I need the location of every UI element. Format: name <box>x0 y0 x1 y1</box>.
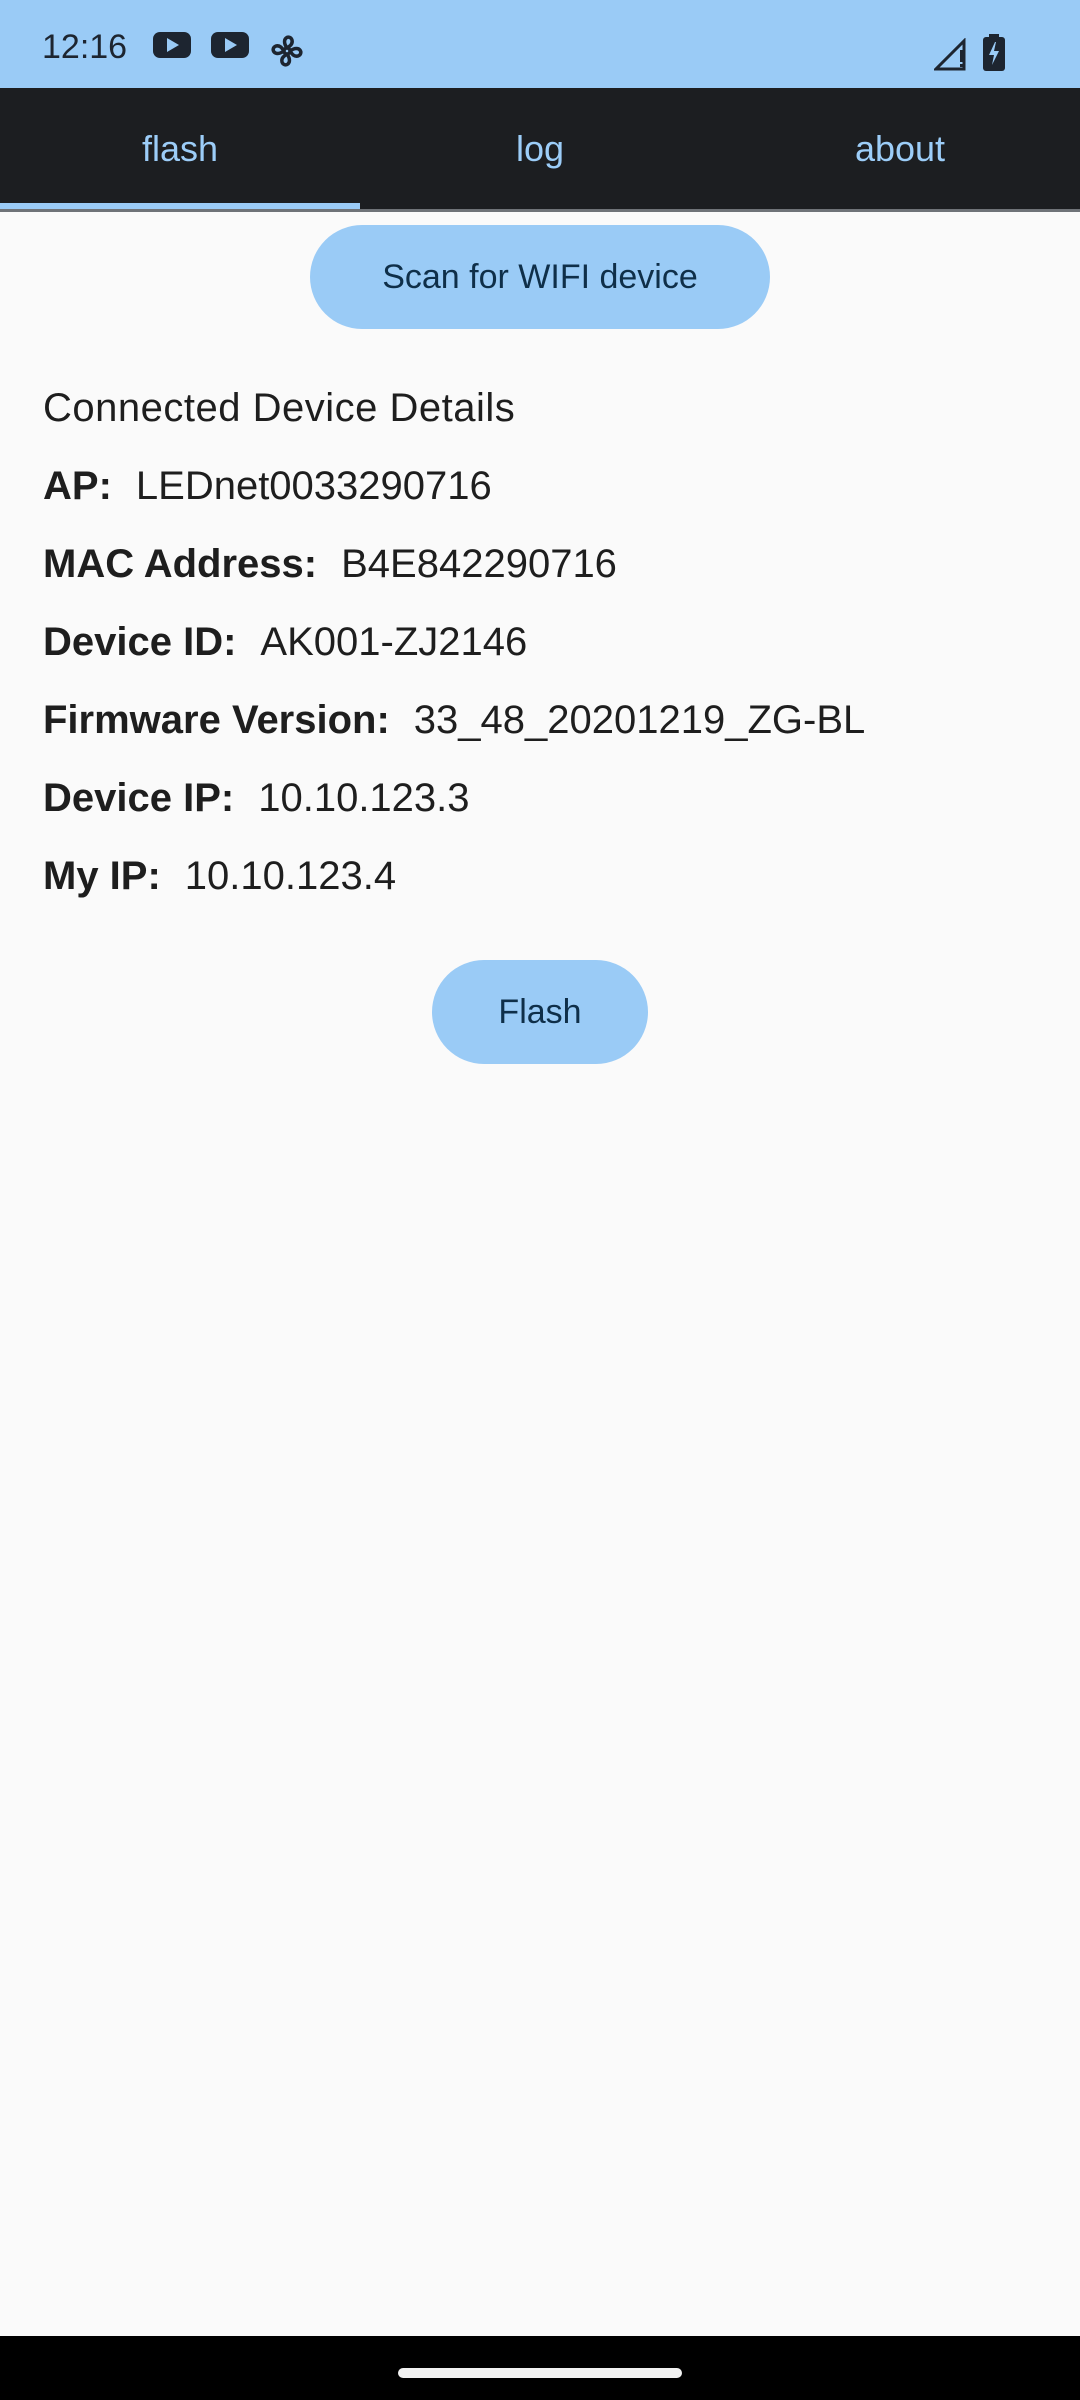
detail-row-device-id: Device ID: AK001-ZJ2146 <box>43 620 527 665</box>
detail-label: AP: <box>43 464 112 508</box>
detail-label: My IP: <box>43 854 161 898</box>
detail-row-ap: AP: LEDnet0033290716 <box>43 464 492 509</box>
detail-value: AK001-ZJ2146 <box>260 620 528 664</box>
detail-label: Device IP: <box>43 776 235 820</box>
home-gesture-handle[interactable] <box>398 2368 682 2378</box>
scan-wifi-button[interactable]: Scan for WIFI device <box>310 225 770 329</box>
status-time: 12:16 <box>42 28 128 66</box>
tab-about[interactable]: about <box>720 88 1080 209</box>
detail-label: Device ID: <box>43 620 237 664</box>
section-title: Connected Device Details <box>43 386 516 430</box>
fan-icon <box>271 35 303 67</box>
tab-flash[interactable]: flash <box>0 88 360 209</box>
status-bar: 12:16 <box>0 0 1080 88</box>
youtube-icon <box>211 32 249 58</box>
detail-value: 10.10.123.3 <box>258 776 470 820</box>
detail-row-firmware: Firmware Version: 33_48_20201219_ZG-BL <box>43 698 865 743</box>
detail-value: 10.10.123.4 <box>184 854 397 898</box>
detail-value: 33_48_20201219_ZG-BL <box>413 698 866 742</box>
active-tab-indicator <box>0 203 360 209</box>
flash-button[interactable]: Flash <box>432 960 648 1064</box>
detail-value: LEDnet0033290716 <box>135 464 492 508</box>
detail-row-mac: MAC Address: B4E842290716 <box>43 542 617 587</box>
detail-value: B4E842290716 <box>341 542 617 586</box>
detail-label: MAC Address: <box>43 542 318 586</box>
youtube-icon <box>153 32 191 58</box>
detail-row-device-ip: Device IP: 10.10.123.3 <box>43 776 470 821</box>
tab-log[interactable]: log <box>360 88 720 209</box>
battery-charging-icon <box>983 34 1005 71</box>
detail-row-my-ip: My IP: 10.10.123.4 <box>43 854 396 899</box>
signal-icon <box>934 38 966 71</box>
detail-label: Firmware Version: <box>43 698 390 742</box>
tab-bar: flash log about <box>0 88 1080 212</box>
